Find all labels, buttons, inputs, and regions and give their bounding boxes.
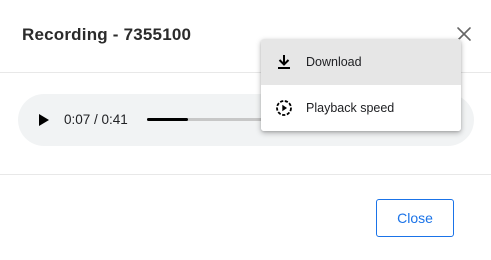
player-options-menu: Download Playback speed <box>261 39 461 131</box>
playback-speed-icon <box>275 99 293 117</box>
menu-item-label: Download <box>306 55 362 69</box>
menu-item-download[interactable]: Download <box>261 39 461 85</box>
progress-fill <box>147 118 188 121</box>
playback-time: 0:07 / 0:41 <box>64 112 128 127</box>
menu-item-label: Playback speed <box>306 101 395 115</box>
menu-item-playback-speed[interactable]: Playback speed <box>261 85 461 131</box>
play-icon[interactable] <box>36 112 52 128</box>
footer-divider <box>0 174 491 175</box>
dialog-title: Recording - 7355100 <box>22 25 192 44</box>
recording-dialog: Recording - 7355100 0:07 / 0:41 Close Do… <box>0 0 491 260</box>
close-button[interactable]: Close <box>376 199 454 237</box>
download-icon <box>275 53 293 71</box>
